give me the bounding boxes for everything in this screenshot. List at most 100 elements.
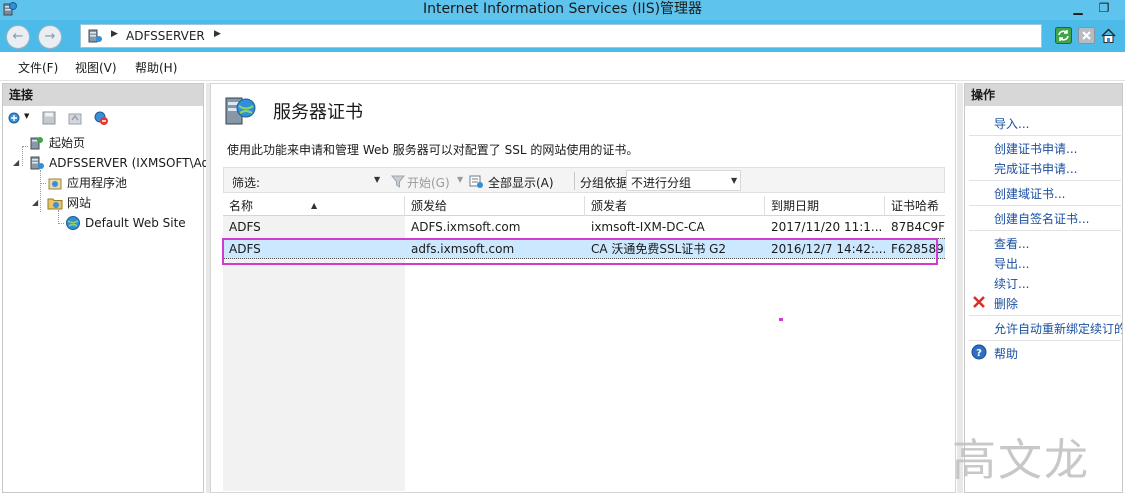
actions-header: 操作: [965, 84, 1122, 106]
cell-cert-hash: F628589B: [891, 242, 945, 256]
tree-connector: [22, 146, 28, 147]
tree-collapse-icon[interactable]: ◢: [32, 198, 38, 207]
menu-bar: 文件(F) 视图(V) 帮助(H): [0, 52, 1125, 81]
group-by-select[interactable]: 不进行分组 ▼: [626, 170, 741, 191]
window-title: Internet Information Services (IIS)管理器: [422, 1, 703, 17]
refresh-icon[interactable]: [1055, 27, 1072, 44]
column-header-expiration-date[interactable]: 到期日期: [765, 196, 885, 216]
column-header-cert-hash[interactable]: 证书哈希: [885, 196, 945, 216]
action-create-self-signed-cert[interactable]: 创建自签名证书...: [994, 210, 1089, 227]
folder-icon: [47, 198, 63, 210]
delete-icon: [973, 296, 985, 308]
group-by-value: 不进行分组: [631, 176, 692, 190]
forward-arrow-icon: →: [44, 29, 56, 44]
cell-issued-to: adfs.ixmsoft.com: [411, 242, 515, 256]
toolbar-separator: [574, 172, 575, 190]
tree-item-label: Default Web Site: [85, 216, 186, 230]
tree-connector: [40, 170, 41, 212]
menu-help[interactable]: 帮助(H): [135, 59, 177, 76]
server-icon: [88, 29, 102, 43]
server-icon: [30, 156, 44, 170]
cell-expiration-date: 2017/11/20 11:1...: [771, 220, 883, 234]
cell-expiration-date: 2016/12/7 14:42:...: [771, 242, 885, 256]
group-by-label: 分组依据:: [580, 176, 633, 190]
cell-issued-by: CA 沃通免费SSL证书 G2: [591, 242, 727, 256]
action-help[interactable]: 帮助: [994, 345, 1018, 362]
feature-description: 使用此功能来申请和管理 Web 服务器可以对配置了 SSL 的网站使用的证书。: [227, 143, 639, 157]
tree-item-label: 应用程序池: [67, 176, 128, 190]
sort-ascending-icon: ▲: [311, 201, 318, 210]
tree-connector: [22, 146, 23, 166]
show-all-icon: [469, 175, 483, 188]
cell-cert-hash: 87B4C9F1: [891, 220, 945, 234]
action-separator: [969, 135, 1121, 136]
stop-icon[interactable]: [1078, 27, 1095, 44]
filter-input[interactable]: [264, 171, 384, 191]
tree-item-label: 起始页: [49, 136, 86, 150]
table-header: 名称 ▲ 颁发给 颁发者 到期日期 证书哈希: [223, 196, 945, 216]
connections-panel: 连接 ▼ 起始页 ◢ ADFSSERVER (IXMSOFT\Ad 应用程序池 …: [2, 83, 209, 493]
app-pool-icon: [48, 178, 62, 190]
column-header-name[interactable]: 名称 ▲: [223, 196, 405, 216]
action-separator: [969, 340, 1121, 341]
filter-toolbar: 筛选: ▼ 开始(G) ▼ 全部显示(A) 分组依据: 不进行分组 ▼: [223, 167, 945, 193]
table-row[interactable]: ADFS ADFS.ixmsoft.com ixmsoft-IXM-DC-CA …: [223, 217, 945, 238]
cell-issued-by: ixmsoft-IXM-DC-CA: [591, 220, 705, 234]
connect-icon[interactable]: [7, 110, 23, 126]
filter-label: 筛选:: [232, 176, 261, 190]
home-icon[interactable]: [1100, 27, 1117, 44]
tree-item-label: 网站: [67, 196, 92, 210]
tree-item-label: ADFSSERVER (IXMSOFT\Ad: [49, 156, 210, 170]
action-separator: [969, 315, 1121, 316]
action-create-domain-cert[interactable]: 创建域证书...: [994, 185, 1065, 202]
save-icon[interactable]: [41, 110, 57, 126]
group-by-dropdown-icon: ▼: [731, 176, 738, 185]
minimize-button[interactable]: ▁: [1066, 0, 1090, 18]
breadcrumb[interactable]: ▶ ADFSSERVER ▶: [80, 24, 1042, 48]
action-complete-cert-request[interactable]: 完成证书申请...: [994, 160, 1077, 177]
go-button[interactable]: 开始(G): [407, 174, 450, 191]
title-bar: Internet Information Services (IIS)管理器 ▁…: [0, 0, 1125, 20]
action-delete[interactable]: 删除: [994, 295, 1018, 312]
back-button[interactable]: ←: [6, 25, 30, 49]
column-header-issued-by[interactable]: 颁发者: [585, 196, 765, 216]
breadcrumb-expand-icon[interactable]: ▶: [214, 29, 221, 39]
tree-collapse-icon[interactable]: ◢: [13, 158, 19, 167]
disconnect-icon[interactable]: [93, 110, 109, 126]
up-level-icon[interactable]: [67, 110, 83, 126]
globe-icon: [66, 216, 80, 230]
cell-name: ADFS: [229, 220, 261, 234]
certificates-table: 名称 ▲ 颁发给 颁发者 到期日期 证书哈希 ADFS ADFS.ixmsoft…: [223, 196, 945, 491]
action-create-cert-request[interactable]: 创建证书申请...: [994, 140, 1077, 157]
tree-connector: [58, 223, 64, 224]
help-icon: ?: [971, 344, 987, 360]
funnel-icon: [390, 175, 406, 188]
action-separator: [969, 180, 1121, 181]
cell-issued-to: ADFS.ixmsoft.com: [411, 220, 521, 234]
action-view[interactable]: 查看...: [994, 235, 1029, 252]
menu-file[interactable]: 文件(F): [18, 59, 58, 76]
column-header-issued-to[interactable]: 颁发给: [405, 196, 585, 216]
annotation-dot: [779, 318, 783, 321]
tree-connector: [58, 210, 59, 224]
go-dropdown-icon[interactable]: ▼: [457, 175, 463, 184]
column-header-label: 名称: [229, 199, 254, 213]
show-all-button[interactable]: 全部显示(A): [488, 174, 554, 191]
start-page-icon: [30, 137, 43, 150]
forward-button[interactable]: →: [38, 25, 62, 49]
breadcrumb-item-server[interactable]: ADFSSERVER: [126, 29, 205, 43]
action-export[interactable]: 导出...: [994, 255, 1029, 272]
server-certificates-icon: [225, 97, 256, 125]
action-renew[interactable]: 续订...: [994, 275, 1029, 292]
action-auto-rebind[interactable]: 允许自动重新绑定续订的: [994, 320, 1122, 337]
filter-dropdown-icon[interactable]: ▼: [374, 175, 380, 184]
restore-button[interactable]: ❐: [1092, 0, 1116, 18]
connect-dropdown-icon[interactable]: ▼: [24, 112, 29, 120]
watermark-text: 高文龙: [952, 435, 1090, 486]
table-row-selected[interactable]: ADFS adfs.ixmsoft.com CA 沃通免费SSL证书 G2 20…: [223, 238, 945, 259]
connections-header: 连接: [3, 84, 203, 106]
menu-view[interactable]: 视图(V): [75, 59, 117, 76]
action-import[interactable]: 导入...: [994, 115, 1029, 132]
action-separator: [969, 205, 1121, 206]
tree-connector: [40, 183, 46, 184]
